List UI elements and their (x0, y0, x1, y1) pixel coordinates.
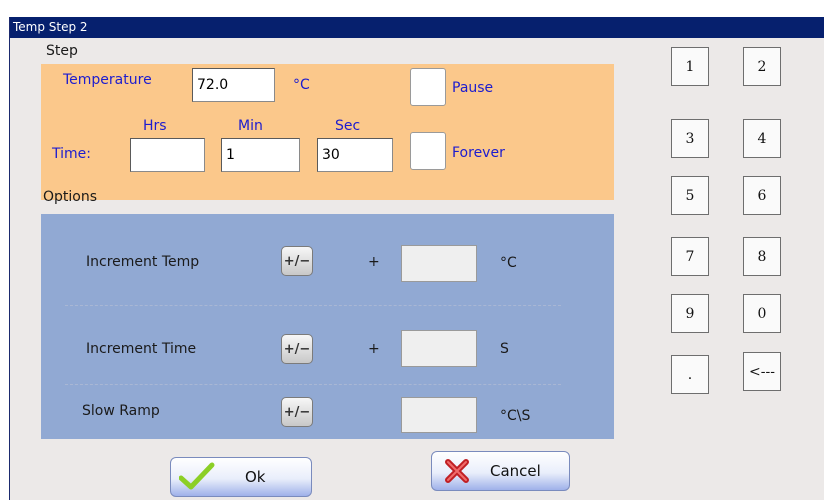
increment-temp-input[interactable] (401, 245, 477, 282)
temperature-input[interactable]: 72.0 (192, 68, 275, 102)
increment-time-input[interactable] (401, 330, 477, 367)
slow-ramp-label: Slow Ramp (82, 403, 160, 419)
sec-input[interactable]: 30 (317, 138, 393, 172)
time-label: Time: (52, 146, 91, 162)
keypad-decimal[interactable]: . (671, 355, 709, 394)
increment-temp-plus: + (368, 254, 380, 270)
checkmark-icon (178, 462, 215, 492)
pause-label: Pause (452, 80, 494, 96)
keypad-5[interactable]: 5 (671, 176, 709, 215)
increment-temp-sign-toggle[interactable]: +/− (281, 246, 313, 276)
keypad-backspace[interactable]: <--- (743, 352, 781, 391)
slow-ramp-unit: °C\S (500, 408, 531, 424)
increment-time-sign-toggle[interactable]: +/− (281, 334, 313, 364)
temp-step-dialog: Temp Step 2 Step Temperature 72.0 °C Pau… (9, 17, 824, 500)
top-caption (0, 0, 825, 16)
keypad-0[interactable]: 0 (743, 294, 781, 333)
ok-label: Ok (245, 468, 266, 486)
options-divider (65, 384, 561, 385)
keypad-6[interactable]: 6 (743, 176, 781, 215)
hrs-input[interactable] (130, 138, 205, 172)
keypad-3[interactable]: 3 (671, 119, 709, 158)
slow-ramp-sign-toggle[interactable]: +/− (281, 397, 313, 427)
keypad-7[interactable]: 7 (671, 237, 709, 276)
keypad-2[interactable]: 2 (743, 47, 781, 86)
increment-time-label: Increment Time (86, 341, 197, 357)
keypad-4[interactable]: 4 (743, 119, 781, 158)
min-label: Min (238, 118, 263, 134)
sec-label: Sec (335, 118, 361, 134)
options-divider (65, 305, 561, 306)
increment-temp-unit: °C (500, 255, 517, 271)
temperature-unit: °C (293, 77, 310, 93)
increment-time-unit: S (500, 341, 509, 357)
forever-label: Forever (452, 145, 505, 161)
increment-temp-label: Increment Temp (86, 254, 200, 270)
keypad-1[interactable]: 1 (671, 47, 709, 86)
cancel-button[interactable]: Cancel (431, 451, 570, 491)
temperature-label: Temperature (63, 72, 152, 88)
ok-button[interactable]: Ok (170, 457, 312, 497)
options-section-label: Options (43, 189, 98, 205)
keypad-8[interactable]: 8 (743, 237, 781, 276)
hrs-label: Hrs (143, 118, 167, 134)
min-input[interactable]: 1 (221, 138, 300, 172)
cancel-x-icon (444, 458, 470, 484)
pause-checkbox[interactable] (410, 68, 446, 106)
window-title: Temp Step 2 (10, 17, 824, 38)
forever-checkbox[interactable] (410, 132, 446, 170)
slow-ramp-input[interactable] (401, 397, 477, 433)
increment-time-plus: + (368, 341, 380, 357)
keypad-9[interactable]: 9 (671, 294, 709, 333)
cancel-label: Cancel (490, 462, 541, 480)
step-section-label: Step (46, 43, 78, 59)
